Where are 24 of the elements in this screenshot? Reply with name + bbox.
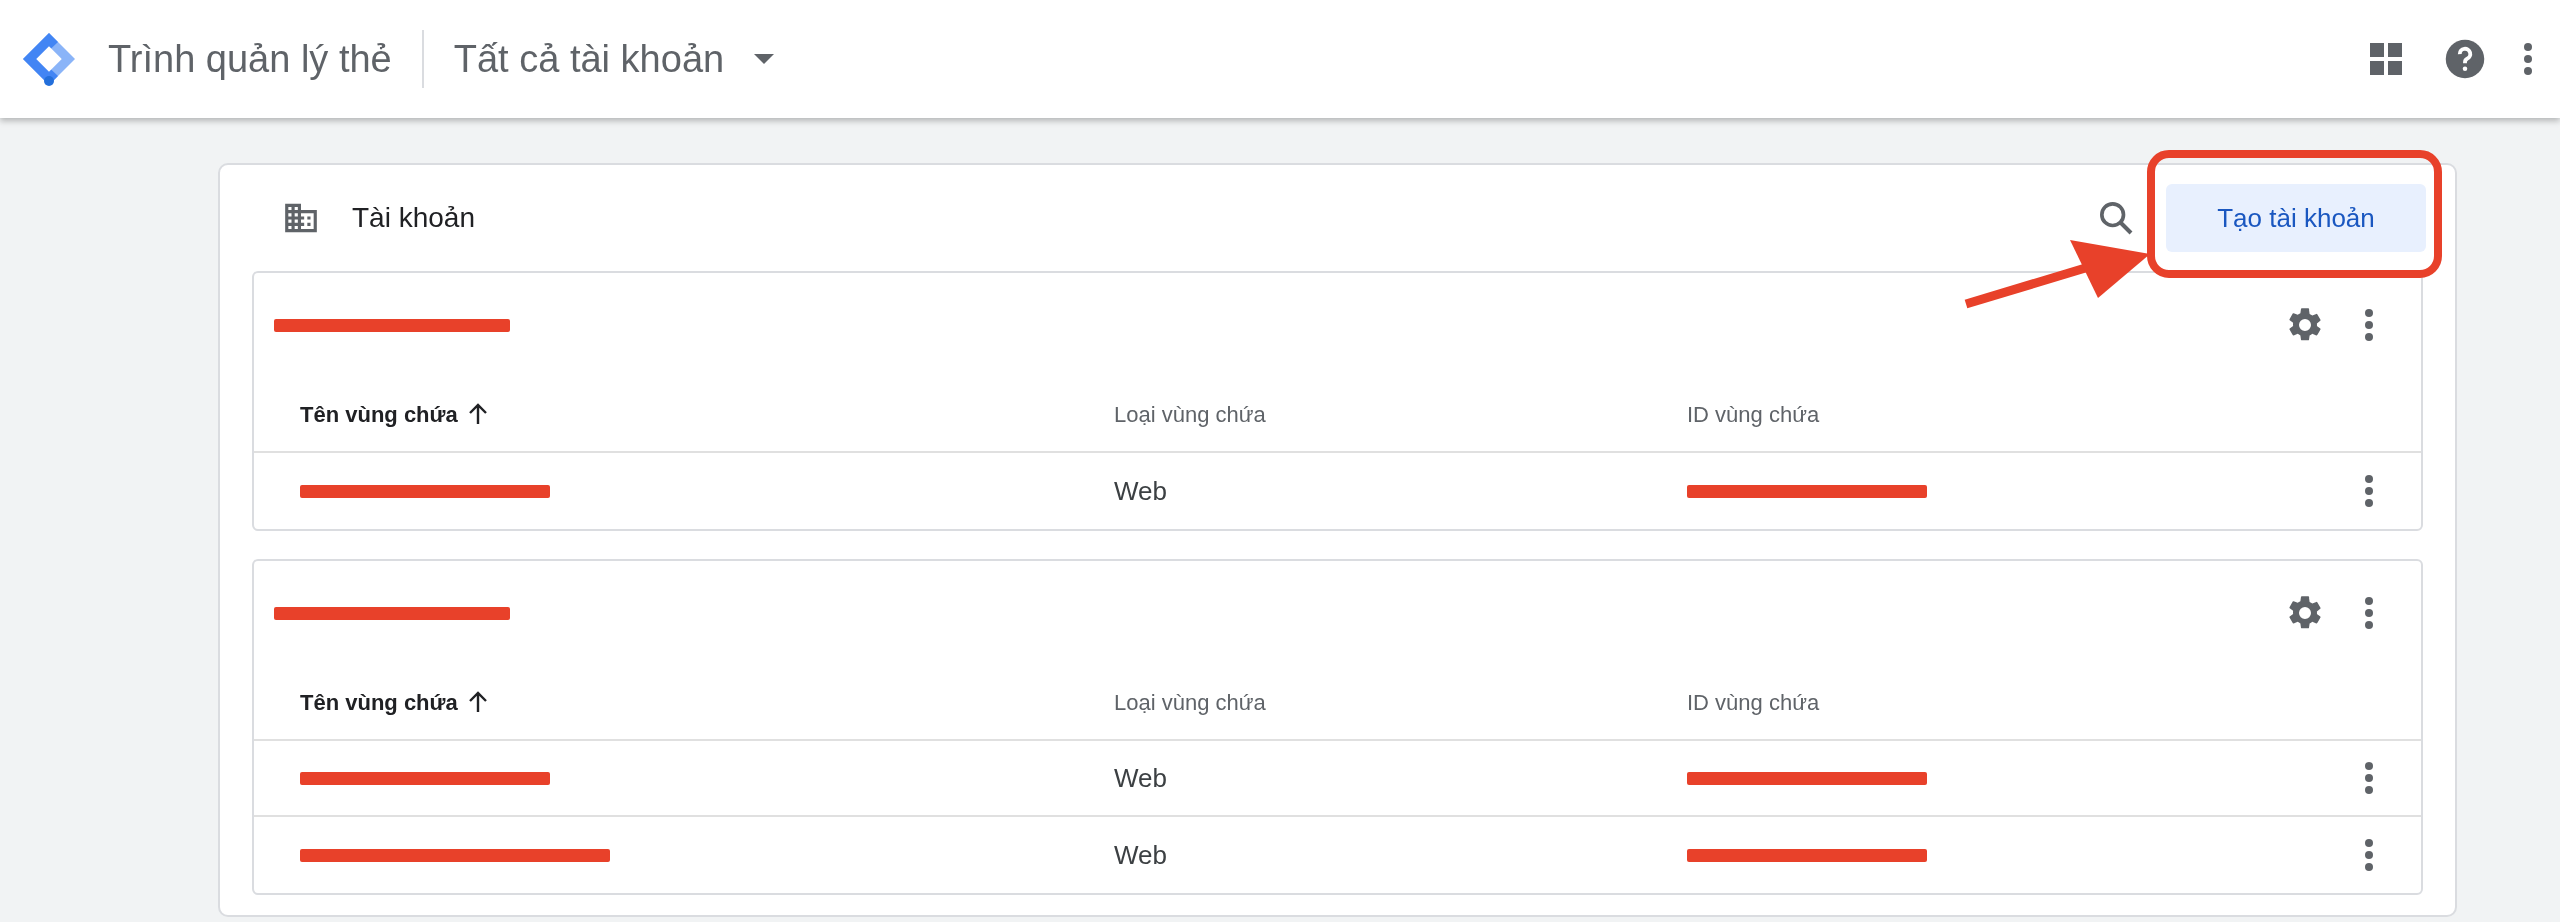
more-icon[interactable]: [2363, 307, 2375, 343]
create-account-button[interactable]: Tạo tài khoản: [2166, 184, 2426, 252]
column-header: Loại vùng chứa: [1114, 689, 1266, 715]
more-icon[interactable]: [2363, 473, 2375, 509]
more-icon[interactable]: [2363, 837, 2375, 873]
column-header: ID vùng chứa: [1687, 689, 1820, 715]
column-header[interactable]: Tên vùng chứa: [300, 685, 458, 719]
apps-icon[interactable]: [2368, 41, 2404, 77]
table-cell: Web: [1114, 839, 1167, 870]
column-header[interactable]: Tên vùng chứa: [300, 397, 458, 431]
sort-arrow-icon[interactable]: [467, 691, 488, 713]
more-icon[interactable]: [2363, 595, 2375, 631]
caret-icon: [754, 54, 775, 64]
sort-arrow-icon[interactable]: [467, 403, 488, 425]
panel-title: Tài khoản: [352, 201, 475, 235]
app-title: Trình quản lý thẻ: [108, 36, 392, 82]
help-icon[interactable]: [2444, 38, 2486, 80]
table-cell: Web: [1114, 475, 1167, 506]
more-icon[interactable]: [2363, 760, 2375, 796]
column-header: Loại vùng chứa: [1114, 401, 1266, 427]
more-icon[interactable]: [2522, 41, 2534, 77]
table-cell: Web: [1114, 762, 1167, 793]
account-dropdown[interactable]: Tất cả tài khoản: [453, 30, 775, 88]
column-header: ID vùng chứa: [1687, 401, 1820, 427]
